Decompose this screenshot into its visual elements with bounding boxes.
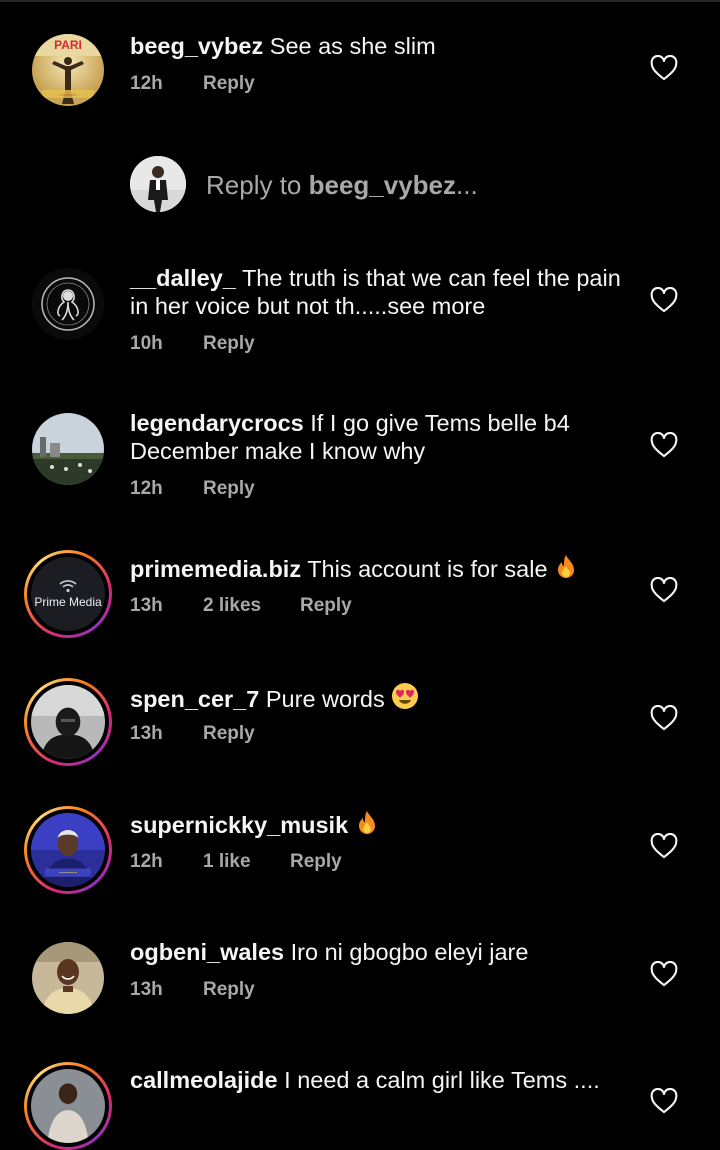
avatar-story-ring[interactable]: [24, 1062, 112, 1150]
comment-time: 12h: [130, 73, 163, 94]
reply-suffix: ...: [456, 170, 478, 200]
comment-text: This account is for sale: [307, 556, 548, 582]
comment-likes[interactable]: 2 likes: [203, 595, 300, 617]
avatar[interactable]: [32, 268, 104, 340]
fire-emoji-icon: [558, 555, 575, 578]
fire-emoji-icon: [358, 811, 375, 834]
comment-time: 12h: [130, 478, 163, 499]
heart-outline-icon[interactable]: [650, 705, 678, 731]
reply-input[interactable]: Reply to beeg_vybez...: [206, 170, 478, 201]
comment-username[interactable]: callmeolajide: [130, 1067, 278, 1093]
reply-button[interactable]: Reply: [300, 595, 352, 617]
comment-username[interactable]: legendarycrocs: [130, 410, 304, 436]
reply-prefix: Reply to: [206, 170, 309, 200]
avatar: [130, 156, 186, 212]
heart-outline-icon[interactable]: [650, 287, 678, 313]
comment-username[interactable]: ogbeni_wales: [130, 939, 284, 965]
heart-outline-icon[interactable]: [650, 55, 678, 81]
comment-time: 12h: [130, 851, 163, 872]
comment-text: Pure words: [265, 686, 385, 712]
comment-time: 10h: [130, 333, 163, 354]
avatar-story-ring[interactable]: [24, 678, 112, 766]
svg-text:~~~~~: ~~~~~: [59, 93, 77, 99]
avatar[interactable]: [32, 942, 104, 1014]
comment-username[interactable]: primemedia.biz: [130, 556, 301, 582]
reply-button[interactable]: Reply: [203, 723, 255, 745]
reply-button[interactable]: Reply: [203, 73, 255, 95]
comment-username[interactable]: supernickky_musik: [130, 812, 348, 838]
reply-target: beeg_vybez: [308, 170, 457, 200]
heart-eyes-emoji-icon: [392, 683, 419, 709]
svg-text:PARI: PARI: [54, 38, 82, 52]
avatar-story-ring[interactable]: Prime Media: [24, 550, 112, 638]
reply-button[interactable]: Reply: [203, 979, 255, 1001]
comment-text: I need a calm girl like Tems ....: [284, 1067, 600, 1093]
comment-username[interactable]: __dalley_: [130, 265, 236, 291]
heart-outline-icon[interactable]: [650, 833, 678, 859]
comment-username[interactable]: spen_cer_7: [130, 686, 259, 712]
heart-outline-icon[interactable]: [650, 1088, 678, 1114]
top-divider: [0, 0, 720, 2]
reply-button[interactable]: Reply: [203, 333, 255, 355]
reply-button[interactable]: Reply: [203, 478, 255, 500]
heart-outline-icon[interactable]: [650, 961, 678, 987]
wifi-icon: [59, 580, 77, 593]
comment-username[interactable]: beeg_vybez: [130, 33, 263, 59]
comment-likes[interactable]: 1 like: [203, 851, 290, 873]
comment-time: 13h: [130, 595, 163, 616]
comment-text: See as she slim: [269, 33, 436, 59]
svg-text:~~~~~: ~~~~~: [59, 870, 77, 877]
heart-outline-icon[interactable]: [650, 577, 678, 603]
reply-composer[interactable]: Reply to beeg_vybez...: [130, 156, 690, 212]
avatar[interactable]: [32, 413, 104, 485]
comment-text: Iro ni gbogbo eleyi jare: [290, 939, 529, 965]
heart-outline-icon[interactable]: [650, 432, 678, 458]
comment-time: 13h: [130, 979, 163, 1000]
reply-button[interactable]: Reply: [290, 851, 342, 873]
avatar-story-ring[interactable]: ~~~~~: [24, 806, 112, 894]
comment-time: 13h: [130, 723, 163, 744]
avatar[interactable]: PARI ~~~~~: [32, 34, 104, 106]
avatar-brand-text: Prime Media: [34, 595, 102, 609]
